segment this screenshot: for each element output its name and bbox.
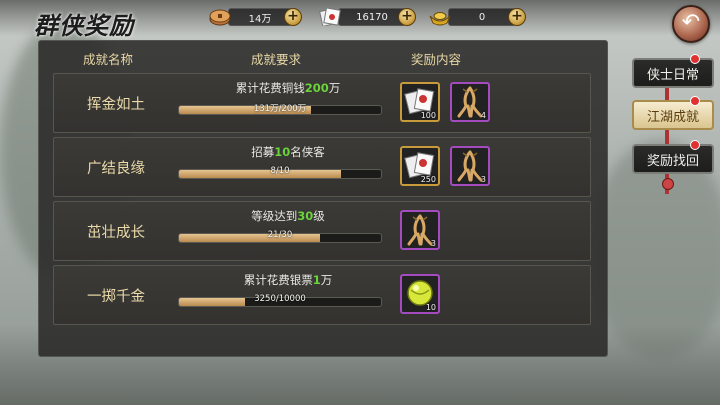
achievement-row: 一掷千金 累计花费银票1万 3250/10000 10 (53, 265, 591, 325)
reward-item[interactable]: 4 (450, 82, 490, 122)
achievement-requirement: 累计花费铜钱200万 (235, 81, 341, 95)
reward-item[interactable]: 100 (400, 82, 440, 122)
currency-copper: 14万 + (208, 7, 302, 27)
column-header-rewards: 奖励内容 (411, 52, 462, 67)
add-silver-note-button[interactable]: + (398, 8, 416, 26)
column-header-requirement: 成就要求 (251, 52, 302, 67)
add-copper-button[interactable]: + (284, 8, 302, 26)
reward-count: 3 (480, 175, 486, 184)
achievement-name: 挥金如土 (87, 96, 145, 113)
reward-count: 4 (480, 111, 486, 120)
reward-count: 10 (425, 303, 436, 312)
tab-label: 江湖成就 (646, 109, 699, 125)
achievement-name: 广结良缘 (87, 160, 145, 177)
achievement-requirement: 累计花费银票1万 (243, 273, 333, 287)
achievement-name: 茁壮成长 (87, 224, 145, 241)
silver-note-icon (318, 7, 342, 27)
currency-silver-note: 16170 + (318, 7, 416, 27)
tab-label: 奖励找回 (646, 153, 699, 169)
achievement-panel: 成就名称 成就要求 奖励内容 挥金如土 累计花费铜钱200万 131万/200万… (38, 40, 608, 357)
achievement-row: 挥金如土 累计花费铜钱200万 131万/200万 100 4 (53, 73, 591, 133)
tab-label: 侠士日常 (646, 67, 699, 83)
progress-text: 3250/10000 (254, 294, 306, 304)
notification-dot (690, 54, 700, 64)
page-title: 群侠奖励 (34, 11, 134, 40)
reward-item[interactable]: 3 (450, 146, 490, 186)
achievement-row: 茁壮成长 等级达到30级 21/30 3 (53, 201, 591, 261)
progress-text: 131万/200万 (253, 104, 307, 114)
add-gold-button[interactable]: + (508, 8, 526, 26)
tab-reward-recovery[interactable]: 奖励找回 (632, 144, 714, 174)
reward-item[interactable]: 3 (400, 210, 440, 250)
currency-gold: 0 + (428, 7, 526, 27)
tab-rope-knot (662, 178, 674, 190)
tab-daily[interactable]: 侠士日常 (632, 58, 714, 88)
progress-text: 21/30 (267, 230, 293, 240)
reward-item[interactable]: 250 (400, 146, 440, 186)
notification-dot (690, 140, 700, 150)
reward-count: 250 (420, 175, 436, 184)
achievement-requirement: 等级达到30级 (251, 209, 325, 223)
back-button[interactable]: ↶ (672, 5, 710, 43)
gold-ingot-icon (428, 8, 452, 26)
column-headers: 成就名称 成就要求 奖励内容 (39, 49, 607, 67)
currency-value: 0 (448, 8, 516, 26)
back-arrow-icon: ↶ (681, 10, 701, 35)
reward-count: 100 (420, 111, 436, 120)
currency-value: 14万 (228, 8, 292, 26)
tab-achievements[interactable]: 江湖成就 (632, 100, 714, 130)
achievement-name: 一掷千金 (87, 288, 145, 305)
reward-count: 3 (430, 239, 436, 248)
notification-dot (690, 96, 700, 106)
copper-coin-icon (208, 8, 232, 26)
achievement-row: 广结良缘 招募10名侠客 8/10 250 3 (53, 137, 591, 197)
column-header-name: 成就名称 (83, 52, 134, 67)
currency-value: 16170 (338, 8, 406, 26)
achievement-requirement: 招募10名侠客 (251, 145, 325, 159)
progress-text: 8/10 (270, 166, 290, 176)
reward-item[interactable]: 10 (400, 274, 440, 314)
